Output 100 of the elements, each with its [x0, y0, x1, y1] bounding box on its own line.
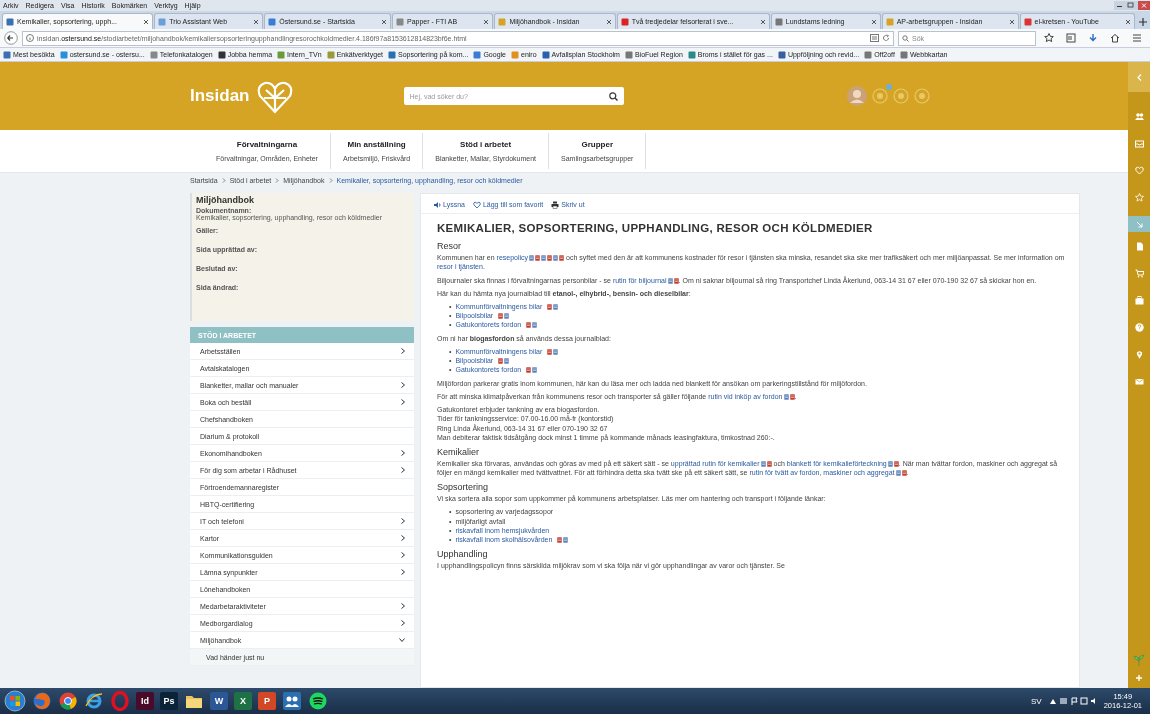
letter-o-browser-icon[interactable] [110, 691, 130, 711]
document-file-icon[interactable] [529, 255, 535, 262]
reload-icon[interactable] [882, 34, 890, 42]
favicon-icon [158, 17, 167, 26]
menu-icon[interactable] [1132, 33, 1142, 43]
pdf-file-icon[interactable] [547, 348, 553, 355]
nav-link[interactable]: Min anställning [347, 140, 406, 149]
nav-link[interactable]: Förvaltningarna [236, 140, 298, 149]
heart-icon[interactable] [472, 200, 481, 209]
app-icon[interactable]: Ps [160, 692, 178, 710]
start-button-icon[interactable] [4, 690, 26, 712]
printer-icon[interactable] [551, 200, 560, 209]
app-icon[interactable]: P [258, 692, 276, 710]
language-indicator[interactable]: SV [1030, 696, 1042, 706]
people-icon[interactable] [1134, 112, 1144, 121]
document-file-icon[interactable] [783, 394, 789, 400]
download-icon[interactable] [1088, 33, 1098, 43]
document-icon[interactable] [1134, 242, 1144, 251]
pdf-file-icon[interactable] [547, 303, 553, 310]
chevron-right-icon[interactable] [401, 382, 405, 388]
favicon-icon [59, 50, 68, 59]
close-icon[interactable] [1008, 18, 1015, 25]
close-icon[interactable] [759, 18, 766, 25]
chevron-right-icon[interactable] [401, 348, 405, 354]
briefcase-icon[interactable] [1134, 296, 1144, 305]
chevron-right-icon[interactable] [401, 603, 405, 609]
pdf-file-icon[interactable] [901, 470, 907, 477]
document-file-icon[interactable] [667, 277, 673, 284]
document-file-icon[interactable] [553, 303, 559, 310]
document-file-icon[interactable] [887, 461, 893, 468]
close-icon[interactable] [1125, 18, 1132, 25]
library-icon[interactable] [1066, 33, 1076, 43]
star-icon[interactable] [1134, 193, 1144, 202]
document-file-icon[interactable] [895, 470, 901, 477]
close-icon[interactable] [870, 18, 877, 25]
app-icon[interactable]: W [210, 692, 228, 710]
search-icon[interactable] [608, 91, 618, 101]
document-file-icon[interactable] [760, 461, 766, 468]
pdf-file-icon[interactable] [789, 394, 795, 400]
close-icon[interactable] [605, 18, 612, 25]
speaker-icon[interactable] [433, 200, 441, 209]
cart-icon[interactable] [1134, 269, 1144, 278]
plus-icon[interactable] [1135, 674, 1143, 682]
map-pin-icon[interactable] [1134, 350, 1144, 359]
pdf-file-icon[interactable] [535, 255, 541, 262]
pdf-file-icon[interactable] [557, 536, 563, 543]
close-icon[interactable] [483, 18, 490, 25]
document-file-icon[interactable] [532, 367, 538, 373]
home-icon[interactable] [1110, 33, 1120, 43]
document-file-icon[interactable] [532, 322, 538, 329]
sound-waves-icon[interactable] [308, 691, 328, 711]
pdf-file-icon[interactable] [526, 322, 532, 329]
document-file-icon[interactable] [504, 357, 510, 364]
favicon-icon [498, 17, 507, 26]
letter-e-browser-icon[interactable] [84, 691, 104, 711]
info-icon[interactable] [26, 34, 34, 42]
chevron-right-icon[interactable] [401, 535, 405, 541]
inbox-icon[interactable] [1134, 139, 1144, 148]
envelope-icon[interactable] [1134, 377, 1144, 386]
document-file-icon[interactable] [553, 348, 559, 355]
document-file-icon[interactable] [553, 255, 559, 262]
nav-link[interactable]: Stöd i arbetet [460, 140, 512, 149]
people-app-icon[interactable] [282, 691, 302, 711]
chevron-right-icon[interactable] [401, 569, 405, 575]
pdf-file-icon[interactable] [498, 357, 504, 364]
pdf-file-icon[interactable] [893, 461, 899, 468]
reader-icon[interactable] [870, 34, 879, 42]
close-icon[interactable] [143, 18, 150, 25]
favicon-icon [217, 50, 226, 59]
app-icon[interactable]: X [234, 692, 252, 710]
document-file-icon[interactable] [541, 255, 547, 262]
help-icon[interactable] [1134, 323, 1144, 332]
app-icon[interactable]: Id [136, 692, 154, 710]
pdf-file-icon[interactable] [498, 312, 504, 319]
chevron-right-icon[interactable] [401, 399, 405, 405]
favicon-icon [326, 50, 335, 59]
nav-link[interactable]: Grupper [581, 140, 613, 149]
new-tab-icon[interactable] [1136, 15, 1150, 29]
favicon-icon [885, 17, 894, 26]
chevron-right-icon[interactable] [401, 518, 405, 524]
round-browser-icon[interactable] [58, 691, 78, 711]
pdf-file-icon[interactable] [547, 255, 553, 262]
chevron-right-icon[interactable] [401, 620, 405, 626]
close-icon[interactable] [253, 18, 260, 25]
pdf-file-icon[interactable] [559, 255, 565, 262]
chevron-down-icon[interactable] [399, 638, 405, 642]
pdf-file-icon[interactable] [673, 277, 679, 284]
fox-globe-icon[interactable] [32, 691, 52, 711]
chevron-right-icon[interactable] [401, 467, 405, 473]
pdf-file-icon[interactable] [766, 461, 772, 468]
close-icon[interactable] [381, 18, 387, 25]
tray-icons-icon[interactable] [1047, 696, 1098, 706]
chevron-right-icon[interactable] [401, 450, 405, 456]
back-icon[interactable] [4, 31, 18, 45]
document-file-icon[interactable] [563, 536, 569, 543]
bookmark-star-icon[interactable] [1044, 33, 1054, 43]
chevron-right-icon[interactable] [401, 552, 405, 558]
window-controls-icon[interactable] [1114, 1, 1150, 10]
pdf-file-icon[interactable] [526, 367, 532, 373]
document-file-icon[interactable] [504, 312, 510, 319]
